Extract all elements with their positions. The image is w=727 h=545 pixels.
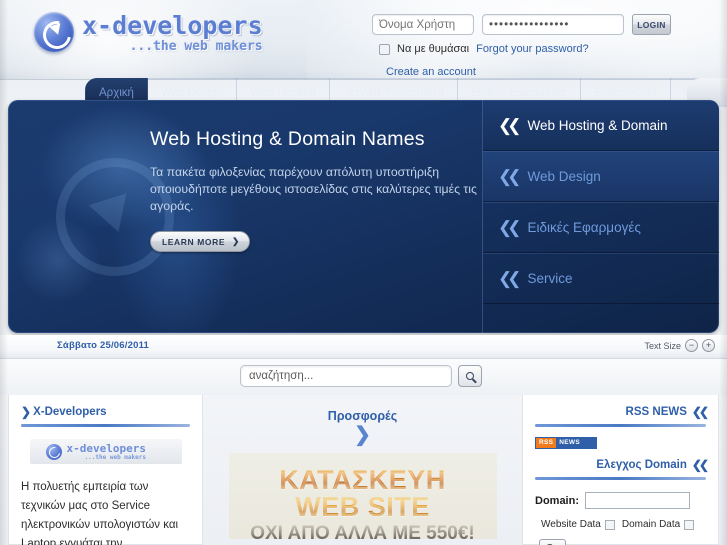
rss-news-badge[interactable]: RSS NEWS: [535, 437, 597, 449]
chevron-left-double-icon: ❮❮: [498, 115, 521, 135]
hero-title: Web Hosting & Domain Names: [150, 128, 425, 150]
domain-data-option[interactable]: Domain Data: [621, 519, 695, 530]
rss-module-title-text: RSS NEWS: [625, 406, 687, 418]
chevron-left-double-icon: ❮❮: [498, 166, 521, 186]
sidebar-logo-tagline: ...the web makers: [84, 453, 146, 461]
chevron-down-icon[interactable]: ❯: [210, 425, 515, 445]
divider: [21, 424, 190, 427]
text-size-increase-button[interactable]: +: [702, 339, 715, 352]
sidebar-logo-text: x-developers ...the web makers: [67, 443, 146, 461]
logo-tagline: ...the web makers: [129, 39, 263, 54]
password-input[interactable]: [482, 14, 624, 35]
center-column: Προσφορές ❯ ΚΑΤΑΣΚΕΥΗ WEB SITE ΟΧΙ ΑΠΟ Α…: [210, 395, 515, 545]
current-date: Σάββατο 25/06/2011: [57, 340, 150, 351]
promo-line-1: ΚΑΤΑΣΚΕΥΗ: [279, 465, 446, 495]
main-content: ❯ X-Developers x-developers ...the web m…: [0, 395, 727, 545]
rss-badge-a: RSS: [536, 438, 557, 448]
domain-input[interactable]: [585, 492, 690, 509]
hero-menu-item-special-apps[interactable]: ❮❮ Ειδικές Εφαρμογές: [483, 202, 719, 253]
sidebar-logo-image: x-developers ...the web makers: [29, 439, 182, 464]
promo-line-2: WEB SITE: [295, 492, 430, 522]
site-logo[interactable]: x-developers ...the web makers: [34, 11, 263, 53]
search-icon: [466, 372, 474, 380]
website-data-label: Website Data: [541, 519, 601, 530]
create-account-link[interactable]: Create an account: [386, 66, 476, 78]
domain-data-label: Domain Data: [621, 519, 681, 530]
hero-menu-item-web-design[interactable]: ❮❮ Web Design: [483, 151, 719, 202]
chevron-right-icon: ❯: [21, 405, 31, 419]
domain-module-title-text: Ελεγχος Domain: [596, 459, 687, 471]
divider: [535, 424, 706, 427]
rss-module-title: RSS NEWS ❮❮: [535, 405, 709, 419]
chevron-left-double-icon: ❮❮: [498, 268, 521, 288]
chevron-right-icon: ❯: [232, 236, 240, 247]
text-size-controls: Text Size − +: [644, 339, 715, 352]
hero-description: Τα πακέτα φιλοξενίας παρέχουν απόλυτη υπ…: [150, 165, 477, 213]
sidebar-logo-name: x-developers: [66, 441, 146, 455]
learn-more-label: LEARN MORE: [162, 236, 226, 247]
remember-me-checkbox[interactable]: [379, 43, 390, 55]
chevron-left-double-icon: ❮❮: [691, 458, 709, 472]
remember-me-label: Να με θυμάσαι: [397, 43, 470, 55]
site-header: x-developers ...the web makers LOGIN Να …: [0, 0, 727, 80]
left-sidebar: ❯ X-Developers x-developers ...the web m…: [8, 395, 203, 545]
login-fields-row: LOGIN: [372, 14, 717, 35]
remember-row: Να με θυμάσαι Forgot your password?: [372, 43, 717, 55]
search-button[interactable]: [458, 365, 482, 387]
domain-module-title: Ελεγχος Domain ❮❮: [535, 458, 709, 472]
left-module-title: ❯ X-Developers: [21, 405, 190, 419]
search-group: [240, 365, 482, 387]
login-form: LOGIN Να με θυμάσαι Forgot your password…: [372, 14, 717, 79]
left-module-paragraph: Η πολυετής εμπειρία των τεχνικών μας στο…: [21, 481, 179, 545]
logo-circle-arrow-icon: [45, 443, 62, 460]
login-button[interactable]: LOGIN: [632, 14, 671, 35]
hero-copy: Web Hosting & Domain Names Τα πακέτα φιλ…: [150, 128, 480, 252]
domain-input-row: Domain:: [535, 492, 706, 509]
hero-banner: Web Hosting & Domain Names Τα πακέτα φιλ…: [8, 100, 719, 333]
learn-more-button[interactable]: LEARN MORE ❯: [150, 231, 250, 252]
search-bar: [0, 359, 727, 395]
hero-menu-label: Ειδικές Εφαρμογές: [527, 219, 641, 235]
forgot-password-link[interactable]: Forgot your password?: [476, 43, 589, 55]
hero-side-menu: ❮❮ Web Hosting & Domain ❮❮ Web Design ❮❮…: [482, 100, 719, 333]
text-size-label: Text Size: [644, 340, 681, 351]
promo-banner[interactable]: ΚΑΤΑΣΚΕΥΗ WEB SITE ΟΧΙ ΑΠΟ ΑΛΛΑ ΜΕ 550€!: [228, 453, 497, 539]
hero-menu-label: Web Design: [527, 168, 601, 184]
username-input[interactable]: [372, 14, 474, 35]
chevron-left-double-icon: ❮❮: [691, 405, 709, 419]
website-data-checkbox[interactable]: [604, 519, 615, 530]
hero-menu-item-web-hosting-domain[interactable]: ❮❮ Web Hosting & Domain: [483, 100, 719, 151]
left-module-title-text: X-Developers: [33, 406, 107, 418]
offers-title: Προσφορές: [327, 409, 398, 423]
promo-line-3: ΟΧΙ ΑΠΟ ΑΛΛΑ ΜΕ 550€!: [250, 523, 475, 539]
website-data-option[interactable]: Website Data: [541, 519, 615, 530]
logo-circle-arrow-icon: [34, 12, 74, 52]
rss-badge-b: NEWS: [556, 438, 596, 448]
chevron-left-double-icon: ❮❮: [498, 217, 521, 237]
hero-menu-item-service[interactable]: ❮❮ Service: [483, 253, 719, 304]
right-sidebar: RSS NEWS ❮❮ RSS NEWS Ελεγχος Domain ❮❮ D…: [522, 395, 719, 545]
domain-data-checkbox[interactable]: [684, 519, 695, 530]
hero-menu-label: Service: [527, 270, 573, 286]
logo-name: x-developers: [82, 11, 263, 40]
domain-options-row: Website Data Domain Data: [535, 519, 706, 530]
divider: [535, 477, 706, 480]
search-input[interactable]: [240, 365, 452, 387]
page-root: x-developers ...the web makers LOGIN Να …: [0, 0, 727, 545]
date-textsize-bar: Σάββατο 25/06/2011 Text Size − +: [0, 335, 727, 359]
hero-menu-label: Web Hosting & Domain: [527, 117, 668, 133]
text-size-decrease-button[interactable]: −: [685, 339, 698, 352]
domain-go-button[interactable]: Go: [539, 539, 566, 545]
logo-wordmark: x-developers ...the web makers: [82, 11, 263, 53]
domain-label: Domain:: [535, 494, 579, 507]
